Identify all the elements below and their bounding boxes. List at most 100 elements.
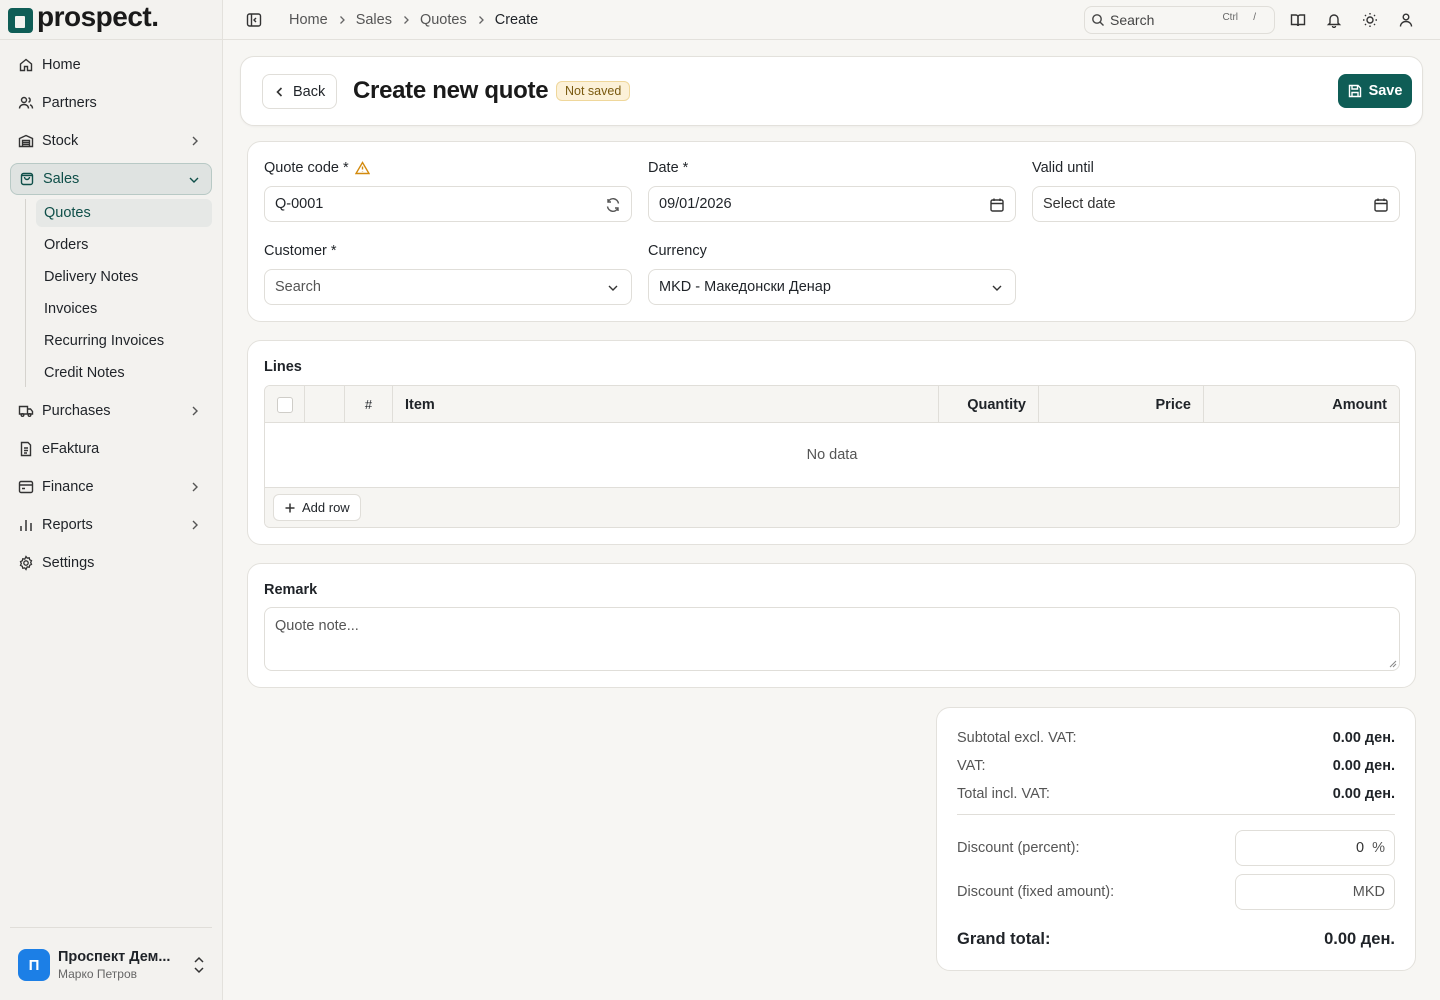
user-switcher[interactable]: П Проспект Дем... Марко Петров [18, 947, 208, 983]
currency-label: Currency [648, 243, 707, 259]
sidebar-item-sales[interactable]: Sales [10, 163, 212, 195]
sidebar-subitem-delivery-notes[interactable]: Delivery Notes [36, 263, 212, 291]
total-label: Total incl. VAT: [957, 786, 1050, 802]
breadcrumb-home[interactable]: Home [289, 12, 328, 28]
breadcrumb-quotes[interactable]: Quotes [420, 12, 467, 28]
sidebar-subitem-orders[interactable]: Orders [36, 231, 212, 259]
sidebar-divider [10, 927, 212, 928]
avatar: П [18, 949, 50, 981]
customer-placeholder: Search [275, 279, 321, 295]
sidebar-item-label: Settings [42, 555, 95, 571]
remark-textarea[interactable]: Quote note... [264, 607, 1400, 671]
truck-icon [18, 403, 34, 419]
chevron-down-icon [992, 285, 1002, 291]
add-row-button[interactable]: Add row [273, 494, 361, 521]
breadcrumb-create: Create [494, 12, 539, 28]
select-all-checkbox[interactable] [276, 396, 293, 413]
plus-icon [285, 503, 295, 512]
bell-icon[interactable] [1326, 12, 1342, 28]
quote-code-label: Quote code * [264, 160, 370, 176]
breadcrumb-sales[interactable]: Sales [356, 12, 392, 28]
grand-total-row: Grand total: 0.00 ден. [957, 930, 1395, 949]
sidebar-item-home[interactable]: Home [10, 49, 212, 81]
sidebar-subitem-quotes[interactable]: Quotes [36, 199, 212, 227]
resize-handle-icon[interactable] [1389, 660, 1397, 668]
discount-percent-value: 0 [1356, 840, 1365, 856]
wallet-icon [18, 479, 34, 495]
quote-code-input[interactable]: Q-0001 [264, 186, 632, 222]
back-button[interactable]: Back [262, 74, 337, 109]
shopping-bag-icon [19, 171, 35, 187]
global-search[interactable]: Search Ctrl / [1084, 6, 1275, 34]
discount-fixed-input[interactable]: MKD [1235, 874, 1395, 910]
logo-mark-icon [8, 7, 33, 33]
chevron-right-icon [404, 16, 409, 24]
remark-card: Remark Quote note... [247, 563, 1416, 688]
sidebar-subitem-credit-notes[interactable]: Credit Notes [36, 359, 212, 387]
chevron-right-icon [192, 520, 198, 530]
sidebar-item-label: Purchases [42, 403, 111, 419]
lines-title: Lines [264, 359, 302, 375]
subtotal-value: 0.00 ден. [1332, 730, 1395, 746]
chevron-down-icon [608, 285, 618, 291]
home-icon [18, 57, 34, 73]
sales-subnav: Quotes Orders Delivery Notes Invoices Re… [25, 199, 212, 387]
valid-until-input[interactable]: Select date [1032, 186, 1400, 222]
sidebar-item-stock[interactable]: Stock [10, 125, 212, 157]
sidebar-item-reports[interactable]: Reports [10, 509, 212, 541]
currency-value: MKD - Македонски Денар [659, 279, 831, 295]
valid-until-label: Valid until [1032, 160, 1094, 176]
status-badge: Not saved [556, 81, 631, 101]
warehouse-icon [18, 133, 34, 149]
vat-label: VAT: [957, 758, 986, 774]
discount-percent-label: Discount (percent): [957, 840, 1080, 856]
quote-code-value: Q-0001 [275, 196, 324, 212]
totals-divider [957, 814, 1395, 815]
table-footer: Add row [265, 488, 1399, 527]
brand-logo[interactable]: prospect. [0, 0, 222, 40]
remark-placeholder: Quote note... [275, 618, 359, 634]
sidebar-item-label: Sales [43, 171, 80, 187]
date-input[interactable]: 09/01/2026 [648, 186, 1016, 222]
users-icon [18, 95, 34, 111]
refresh-icon[interactable] [605, 197, 621, 213]
sidebar-item-label: Partners [42, 95, 97, 111]
chevron-down-icon [189, 177, 199, 183]
customer-select[interactable]: Search [264, 269, 632, 305]
shortcut-ctrl: Ctrl [1222, 12, 1238, 23]
save-button[interactable]: Save [1338, 74, 1412, 108]
lines-table: # Item Quantity Price Amount No data Add… [264, 385, 1400, 528]
discount-fixed-label: Discount (fixed amount): [957, 884, 1115, 900]
header-num: # [345, 386, 393, 423]
user-icon[interactable] [1398, 12, 1414, 28]
chevron-right-icon [192, 406, 198, 416]
chevron-right-icon [478, 16, 484, 24]
main-content: Home Sales Quotes Create Search Ctrl / B… [223, 0, 1440, 1000]
document-icon [18, 441, 34, 457]
sidebar-item-efaktura[interactable]: eFaktura [10, 433, 212, 465]
sidebar-item-partners[interactable]: Partners [10, 87, 212, 119]
page-header: Back Create new quote Not saved Save [240, 56, 1423, 126]
sidebar-subitem-invoices[interactable]: Invoices [36, 295, 212, 323]
discount-percent-input[interactable]: 0 % [1235, 830, 1395, 866]
valid-until-placeholder: Select date [1043, 196, 1116, 212]
book-open-icon[interactable] [1290, 12, 1306, 28]
back-label: Back [293, 83, 326, 100]
sidebar-item-settings[interactable]: Settings [10, 547, 212, 579]
sidebar-item-finance[interactable]: Finance [10, 471, 212, 503]
sidebar-item-purchases[interactable]: Purchases [10, 395, 212, 427]
sidebar-item-label: eFaktura [42, 441, 100, 457]
total-value: 0.00 ден. [1332, 786, 1395, 802]
lines-card: Lines # Item Quantity Price Amount No da… [247, 340, 1416, 545]
vat-row: VAT: 0.00 ден. [957, 756, 1395, 776]
date-label: Date * [648, 160, 689, 176]
sidebar-toggle-icon[interactable] [246, 12, 262, 28]
add-row-label: Add row [302, 500, 350, 515]
calendar-icon[interactable] [1373, 197, 1389, 213]
chevron-right-icon [339, 16, 345, 24]
currency-select[interactable]: MKD - Македонски Денар [648, 269, 1016, 305]
sun-icon[interactable] [1362, 12, 1378, 28]
sidebar-subitem-recurring-invoices[interactable]: Recurring Invoices [36, 327, 212, 355]
calendar-icon[interactable] [989, 197, 1005, 213]
save-label: Save [1368, 83, 1403, 99]
